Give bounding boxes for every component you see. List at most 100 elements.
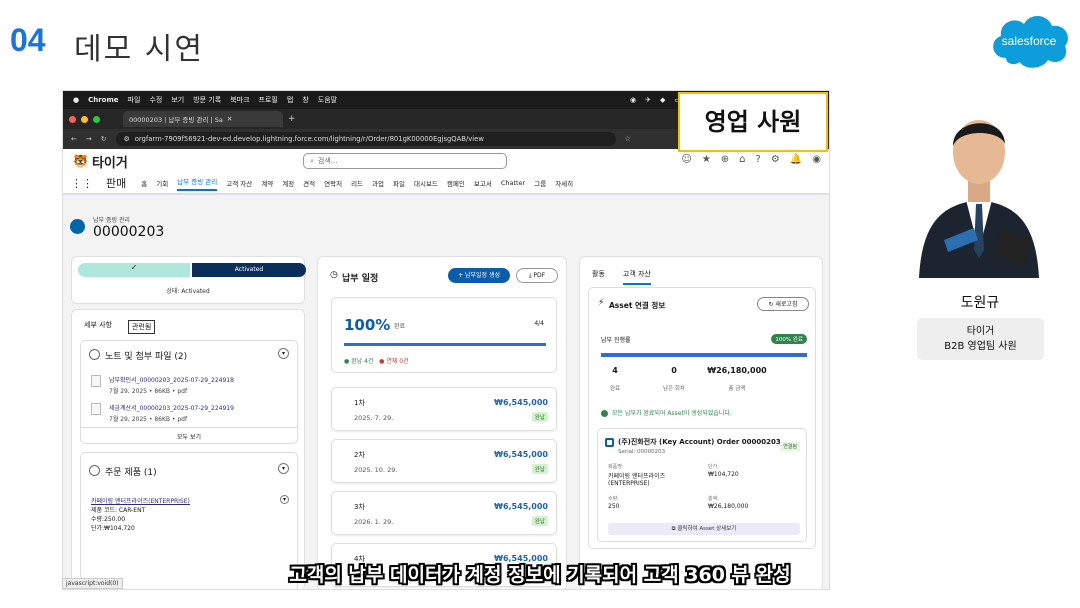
new-tab-icon[interactable]: +	[288, 114, 296, 124]
nav-item-groups[interactable]: 그룹	[534, 178, 546, 188]
nav-item-more[interactable]: 자세히	[555, 178, 573, 188]
menu-history[interactable]: 방문 기록	[193, 95, 221, 105]
installment-no: 3차	[354, 503, 365, 511]
path-step-complete[interactable]: ✓	[78, 263, 190, 277]
stat-value: 4	[612, 366, 618, 375]
products-title: 주문 제품 (1)	[105, 468, 157, 478]
einstein-icon[interactable]: ☺	[681, 154, 691, 165]
add-icon[interactable]: ⊕	[721, 154, 729, 165]
payment-progress-bar	[601, 353, 807, 357]
view-asset-button[interactable]: ⧉ 클릭하여 Asset 상세보기	[608, 523, 800, 535]
favorites-icon[interactable]: ★	[702, 154, 711, 165]
nav-item-contracts[interactable]: 계약	[261, 178, 273, 188]
nav-item-leads[interactable]: 리드	[351, 178, 363, 188]
status-icon[interactable]: ◉	[630, 96, 636, 104]
menu-tab[interactable]: 탭	[287, 95, 293, 105]
chevron-down-icon[interactable]: ▾	[278, 348, 289, 359]
success-text: 모든 납부가 완료되어 Asset이 생성되었습니다.	[612, 410, 732, 417]
forward-icon[interactable]: →	[86, 135, 92, 143]
site-info-icon[interactable]: ⚙	[124, 135, 130, 143]
wifi-icon[interactable]: ◆	[660, 96, 665, 104]
menu-file[interactable]: 파일	[128, 95, 141, 105]
nav-item-dashboards[interactable]: 대시보드	[414, 178, 438, 188]
trailhead-icon[interactable]: ⌂	[739, 154, 745, 165]
related-panel: 세부 사항 관련됨 노트 및 첨부 파일 (2) ▾ 납부확인서_00000203…	[71, 309, 305, 589]
notifications-bell-icon[interactable]: 🔔	[790, 154, 802, 165]
view-all-link[interactable]: 모두 보기	[81, 427, 297, 441]
installment-row[interactable]: 2차 2025. 10. 29. ₩6,545,000 완납	[331, 439, 557, 483]
reload-icon[interactable]: ↻	[101, 135, 107, 143]
file-item[interactable]: 납부확인서_00000203_2025-07-29_224918 7월 29, 2…	[109, 375, 234, 395]
menu-window[interactable]: 창	[302, 95, 308, 105]
nav-item-contacts[interactable]: 연락처	[324, 178, 342, 188]
nav-item-tasks[interactable]: 과업	[372, 178, 384, 188]
tab-activity[interactable]: 활동	[592, 269, 605, 285]
setup-gear-icon[interactable]: ⚙	[771, 154, 780, 165]
app-launcher-icon[interactable]: ⋮⋮	[71, 177, 93, 190]
slide-number: 04	[10, 22, 46, 58]
tab-title: 00000203 | 납부 증빙 관리 | Sa	[129, 116, 223, 124]
global-search-input[interactable]: ⌕ 검색...	[303, 153, 507, 169]
field-label: 단가:	[708, 464, 719, 470]
presenter-photo	[919, 120, 1039, 278]
menu-help[interactable]: 도움말	[318, 95, 337, 105]
avatar[interactable]: ◉	[812, 154, 821, 165]
stat-total: ₩26,180,000 총 금액	[695, 366, 779, 394]
file-icon	[91, 403, 101, 415]
help-icon[interactable]: ?	[756, 154, 761, 165]
menu-edit[interactable]: 수정	[149, 95, 162, 105]
close-window-icon[interactable]	[69, 115, 76, 123]
field-label: 제품명:	[608, 464, 624, 470]
close-tab-icon[interactable]: ✕	[227, 115, 232, 123]
nav-item-accounts[interactable]: 계정	[282, 178, 294, 188]
file-item[interactable]: 세금계산서_00000203_2025-07-29_224919 7월 29, 2…	[109, 403, 234, 423]
nav-item-opportunities[interactable]: 기회	[156, 178, 168, 188]
tab-customer-assets[interactable]: 고객 자산	[622, 269, 651, 285]
presenter-card: 타이거 B2B 영업팀 사원	[917, 318, 1044, 360]
minimize-window-icon[interactable]	[81, 115, 88, 123]
product-name-link[interactable]: 카페이링 엔터프라이즈(ENTERPRISE)	[91, 497, 190, 506]
path-status-text: 상태: Activated	[166, 288, 210, 295]
lightning-icon: ⚡	[598, 298, 605, 308]
search-icon: ⌕	[310, 156, 314, 165]
path-step-activated[interactable]: Activated	[192, 263, 306, 277]
installment-row[interactable]: 3차 2026. 1. 29. ₩6,545,000 완납	[331, 491, 557, 535]
field-value: 카페이링 엔터프라이즈 (ENTERPRISE)	[608, 473, 666, 487]
menu-view[interactable]: 보기	[171, 95, 184, 105]
nav-item-assets[interactable]: 고객 자산	[226, 178, 252, 188]
bookmark-star-icon[interactable]: ☆	[625, 135, 631, 143]
menu-chrome[interactable]: Chrome	[88, 96, 118, 104]
nav-item-home[interactable]: 홈	[141, 178, 147, 188]
refresh-button[interactable]: ↻ 새로고침	[757, 297, 809, 311]
status-icon[interactable]: ✈	[645, 96, 651, 104]
row-actions-icon[interactable]: ▾	[280, 495, 289, 504]
tab-related[interactable]: 관련됨	[128, 320, 156, 334]
installment-amount: ₩6,545,000	[494, 398, 548, 407]
back-icon[interactable]: ←	[71, 135, 77, 143]
tab-details[interactable]: 세부 사항	[84, 320, 112, 334]
field-value: 250	[608, 503, 620, 510]
nav-item-campaigns[interactable]: 캠페인	[447, 178, 465, 188]
browser-tab[interactable]: 00000203 | 납부 증빙 관리 | Sa ✕	[123, 111, 283, 127]
menu-profile[interactable]: 프로필	[259, 95, 278, 105]
field-label: 총액:	[708, 496, 719, 502]
installment-no: 1차	[354, 399, 365, 407]
link-status-badge: 연결됨	[780, 442, 800, 451]
notes-title: 노트 및 첨부 파일 (2)	[105, 352, 188, 362]
maximize-window-icon[interactable]	[93, 115, 100, 123]
installment-row[interactable]: 1차 2025. 7. 29. ₩6,545,000 완납	[331, 387, 557, 431]
nav-item-payment-proof[interactable]: 납부 증빙 관리	[177, 176, 218, 191]
apple-icon[interactable]: ●	[73, 96, 79, 104]
pdf-button[interactable]: ⤓ PDF	[516, 268, 558, 283]
menu-bookmarks[interactable]: 북마크	[230, 95, 249, 105]
record-object-label: 납부 증빙 관리	[93, 217, 130, 224]
nav-item-reports[interactable]: 보고서	[474, 178, 492, 188]
chevron-down-icon[interactable]: ▾	[278, 463, 289, 474]
payment-progress-fill	[601, 353, 807, 357]
url-field[interactable]: ⚙ orgfarm-7909f56921-dev-ed.develop.light…	[115, 132, 616, 146]
nav-item-quotes[interactable]: 견적	[303, 178, 315, 188]
create-schedule-button[interactable]: + 납부일정 생성	[448, 268, 510, 283]
nav-item-chatter[interactable]: Chatter	[501, 179, 525, 187]
view-asset-label: 클릭하여 Asset 상세보기	[677, 526, 737, 532]
nav-item-files[interactable]: 파일	[393, 178, 405, 188]
